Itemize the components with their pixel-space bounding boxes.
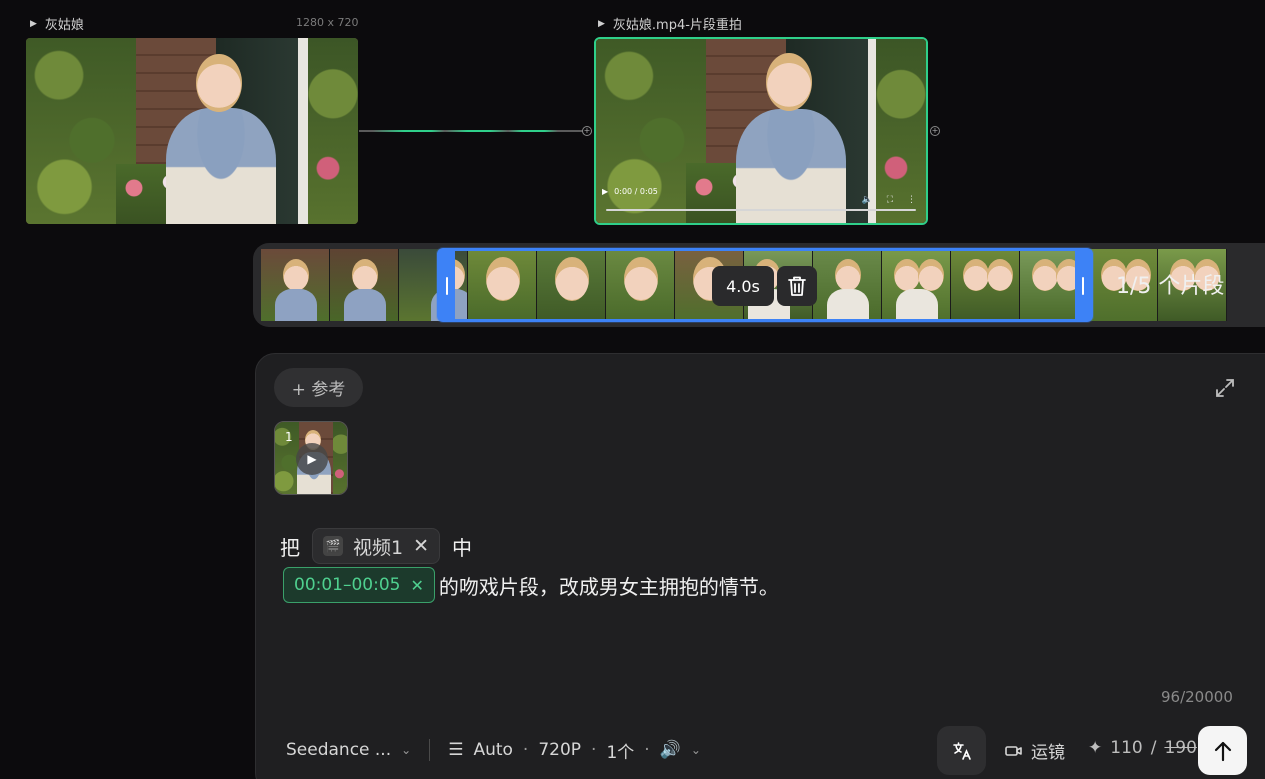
time-range-chip[interactable]: 00:01–00:05 ✕ <box>283 567 435 603</box>
separator-dot: · <box>644 740 650 760</box>
camera-label: 运镜 <box>1031 743 1065 763</box>
prompt-text-mid: 中 <box>452 535 473 560</box>
model-selector[interactable]: Seedance ... <box>286 740 391 760</box>
volume-icon[interactable]: 🔈 <box>861 195 872 205</box>
credits-display: ✦ 110 / 190 <box>1088 738 1197 758</box>
prompt-line-2[interactable]: 00:01–00:05 ✕ 的吻戏片段，改成男女主拥抱的情节。 <box>283 566 779 604</box>
video-chip-label: 视频1 <box>353 536 404 559</box>
time-range-label: 00:01–00:05 <box>294 575 401 595</box>
timeline-frame[interactable] <box>330 249 399 321</box>
prompt-line-1[interactable]: 把 🎬 视频1 ✕ 中 <box>280 527 472 565</box>
player-right-icons: 🔈 ⛶ ⋮ <box>861 195 916 205</box>
video-reference-chip[interactable]: 🎬 视频1 ✕ <box>312 528 441 564</box>
close-icon[interactable]: ✕ <box>413 535 429 557</box>
prompt-text-before: 把 <box>280 535 300 560</box>
thumb-index: 1 <box>285 430 293 444</box>
canvas: ▶ 灰姑娘 1280 x 720 + ▶ 灰姑娘.mp4-片段重拍 ▶ 0:00… <box>0 0 1265 779</box>
source-video-preview[interactable] <box>26 38 358 224</box>
add-reference-label: + 参考 <box>291 380 346 400</box>
selection-handle-left[interactable] <box>439 251 455 319</box>
clapper-icon: 🎬 <box>323 536 343 556</box>
add-reference-button[interactable]: + 参考 <box>274 368 363 407</box>
segment-count: 1/5 个片段 <box>1116 274 1225 299</box>
play-icon[interactable]: ▶ <box>296 443 328 475</box>
speaker-icon[interactable]: 🔊 <box>660 740 681 760</box>
trash-icon <box>788 276 806 296</box>
separator-dot: · <box>591 740 597 760</box>
toolbar-divider <box>429 739 431 761</box>
source-node-title[interactable]: ▶ 灰姑娘 <box>30 14 84 33</box>
translate-icon <box>952 741 971 760</box>
port-icon[interactable]: + <box>582 126 592 136</box>
scene-girl-body <box>736 109 846 223</box>
scene-girl-head <box>196 54 242 112</box>
play-triangle-icon: ▶ <box>30 18 37 29</box>
separator-dot: · <box>522 740 529 760</box>
sparkle-icon: ✦ <box>1088 738 1103 758</box>
play-triangle-icon: ▶ <box>598 18 605 29</box>
count-value[interactable]: 1个 <box>606 738 634 763</box>
source-dimensions: 1280 x 720 <box>296 16 359 29</box>
chevron-down-icon[interactable]: ⌄ <box>691 743 701 757</box>
output-node-name: 灰姑娘.mp4-片段重拍 <box>612 18 742 33</box>
close-icon[interactable]: ✕ <box>410 576 423 595</box>
credits-old: 190 <box>1164 738 1197 758</box>
timeline-frame[interactable] <box>261 249 330 321</box>
resolution-value[interactable]: 720P <box>538 740 581 760</box>
selection-handle-right[interactable] <box>1075 251 1091 319</box>
player-time: 0:00 / 0:05 <box>614 186 658 196</box>
expand-icon[interactable] <box>1214 377 1236 399</box>
scene-girl-body <box>166 108 276 224</box>
model-label: Seedance ... <box>286 740 392 760</box>
arrow-up-icon <box>1214 741 1231 761</box>
chevron-down-icon[interactable]: ⌄ <box>401 743 411 757</box>
prompt-text-after: 的吻戏片段，改成男女主拥抱的情节。 <box>438 574 779 599</box>
scene-leaves-right <box>308 38 358 224</box>
duration-badge: 4.0s <box>712 266 774 306</box>
connection-line <box>359 130 585 132</box>
fullscreen-icon[interactable]: ⛶ <box>887 195 893 205</box>
scene-leaves-right <box>333 422 347 494</box>
camera-motion-button[interactable]: 运镜 <box>1005 738 1065 763</box>
source-node-name: 灰姑娘 <box>44 18 84 33</box>
reference-thumbnail[interactable]: 1 ▶ <box>274 421 348 495</box>
send-button[interactable] <box>1198 726 1247 775</box>
prompt-toolbar: Seedance ... ⌄ ☰ Auto · 720P · 1个 · 🔊 ⌄ <box>286 738 701 763</box>
character-counter: 96/20000 <box>1161 688 1233 706</box>
output-video-player[interactable]: ▶ 0:00 / 0:05 🔈 ⛶ ⋮ <box>594 37 928 225</box>
more-icon[interactable]: ⋮ <box>907 195 916 205</box>
credits-new: 110 <box>1110 738 1143 758</box>
ratio-value[interactable]: Auto <box>473 740 512 760</box>
port-icon[interactable]: + <box>930 126 940 136</box>
scene-girl-head <box>766 53 812 111</box>
delete-segment-button[interactable] <box>777 266 817 306</box>
player-progress-track[interactable] <box>606 209 916 211</box>
settings-sliders-icon[interactable]: ☰ <box>448 740 463 760</box>
output-node-title[interactable]: ▶ 灰姑娘.mp4-片段重拍 <box>598 14 742 33</box>
translate-button[interactable] <box>937 726 986 775</box>
play-icon[interactable]: ▶ <box>602 187 608 196</box>
camera-icon <box>1005 745 1022 756</box>
